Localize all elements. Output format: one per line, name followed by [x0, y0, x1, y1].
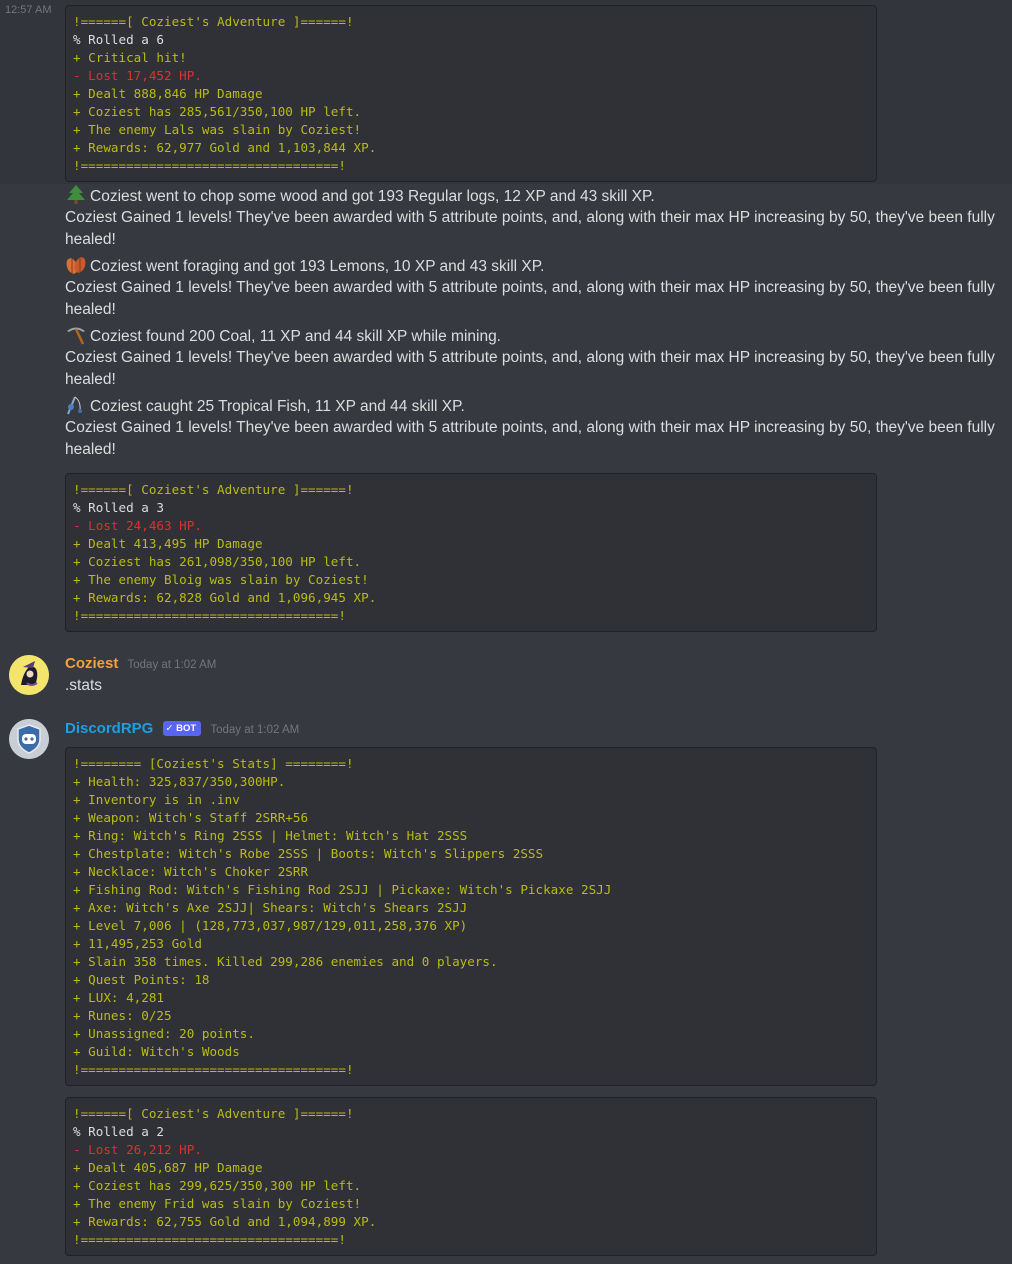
code-line: !==================================! [73, 608, 346, 623]
code-line: + Health: 325,837/350,300HP. [73, 774, 286, 789]
fishing-pole-icon [65, 395, 87, 415]
code-line: + The enemy Lals was slain by Coziest! [73, 122, 362, 137]
bot-tag: ✓ BOT [162, 721, 202, 736]
code-line: + Rewards: 62,755 Gold and 1,094,899 XP. [73, 1214, 377, 1229]
code-line: + Slain 358 times. Killed 299,286 enemie… [73, 954, 498, 969]
adventure-codeblock-1: !======[ Coziest's Adventure ]======! % R… [65, 5, 877, 182]
code-line: + Quest Points: 18 [73, 972, 210, 987]
code-line: + Dealt 413,495 HP Damage [73, 536, 263, 551]
code-line: + Guild: Witch's Woods [73, 1044, 240, 1059]
code-line: + Critical hit! [73, 50, 187, 65]
code-line: + Dealt 405,687 HP Damage [73, 1160, 263, 1175]
bot-message-header: DiscordRPG ✓ BOT Today at 1:02 AM [65, 719, 299, 740]
code-line: + Coziest has 285,561/350,100 HP left. [73, 104, 362, 119]
level-up-message-cont: healed! [65, 301, 116, 318]
code-line: + The enemy Frid was slain by Coziest! [73, 1196, 362, 1211]
username-discordrpg[interactable]: DiscordRPG [65, 720, 153, 737]
chop-message: Coziest went to chop some wood and got 1… [65, 185, 655, 208]
evergreen-tree-icon [65, 185, 87, 205]
message-timestamp: Today at 1:02 AM [210, 724, 300, 736]
code-line: - Lost 26,212 HP. [73, 1142, 202, 1157]
level-up-message: Coziest Gained 1 levels! They've been aw… [65, 419, 995, 436]
forage-message: Coziest went foraging and got 193 Lemons… [65, 255, 544, 278]
code-line: + Axe: Witch's Axe 2SJJ| Shears: Witch's… [73, 900, 468, 915]
code-line: + Dealt 888,846 HP Damage [73, 86, 263, 101]
level-up-message-cont: healed! [65, 441, 116, 458]
message-timestamp: Today at 1:02 AM [127, 659, 217, 671]
pickaxe-icon [65, 325, 87, 345]
level-up-message-cont: healed! [65, 371, 116, 388]
level-up-message: Coziest Gained 1 levels! They've been aw… [65, 349, 995, 366]
fish-message: Coziest caught 25 Tropical Fish, 11 XP a… [65, 395, 465, 418]
username-coziest[interactable]: Coziest [65, 655, 118, 672]
code-line: !===================================! [73, 1062, 354, 1077]
adventure-codeblock-2: !======[ Coziest's Adventure ]======! % R… [65, 473, 877, 632]
adventure-codeblock-3: !======[ Coziest's Adventure ]======! % R… [65, 1097, 877, 1256]
code-line: + Necklace: Witch's Choker 2SRR [73, 864, 309, 879]
code-line: + Rewards: 62,828 Gold and 1,096,945 XP. [73, 590, 377, 605]
user-message-content: .stats [65, 677, 103, 694]
code-line: + LUX: 4,281 [73, 990, 164, 1005]
code-line: !======== [Coziest's Stats] ========! [73, 756, 354, 771]
code-line: + Coziest has 299,625/350,300 HP left. [73, 1178, 362, 1193]
bot-avatar[interactable] [9, 719, 49, 759]
code-line: + Weapon: Witch's Staff 2SRR+56 [73, 810, 309, 825]
code-line: - Lost 17,452 HP. [73, 68, 202, 83]
code-line: + Chestplate: Witch's Robe 2SSS | Boots:… [73, 846, 544, 861]
code-line: !======[ Coziest's Adventure ]======! [73, 482, 354, 497]
level-up-message: Coziest Gained 1 levels! They've been aw… [65, 209, 995, 226]
code-line: % Rolled a 2 [73, 1124, 164, 1139]
code-line: - Lost 24,463 HP. [73, 518, 202, 533]
user-avatar[interactable] [9, 655, 49, 695]
code-line: + Unassigned: 20 points. [73, 1026, 255, 1041]
gutter-timestamp: 12:57 AM [5, 4, 52, 16]
level-up-message: Coziest Gained 1 levels! They've been aw… [65, 279, 995, 296]
level-up-message-cont: healed! [65, 231, 116, 248]
code-line: + Inventory is in .inv [73, 792, 240, 807]
code-line: !==================================! [73, 158, 346, 173]
code-line: % Rolled a 3 [73, 500, 164, 515]
code-line: !==================================! [73, 1232, 346, 1247]
code-line: + Level 7,006 | (128,773,037,987/129,011… [73, 918, 468, 933]
code-line: + Coziest has 261,098/350,100 HP left. [73, 554, 362, 569]
code-line: + Rewards: 62,977 Gold and 1,103,844 XP. [73, 140, 377, 155]
user-message-header: Coziest Today at 1:02 AM [65, 654, 216, 675]
code-line: % Rolled a 6 [73, 32, 164, 47]
code-line: + The enemy Bloig was slain by Coziest! [73, 572, 369, 587]
stats-codeblock: !======== [Coziest's Stats] ========! + H… [65, 747, 877, 1086]
code-line: + Runes: 0/25 [73, 1008, 172, 1023]
code-line: !======[ Coziest's Adventure ]======! [73, 1106, 354, 1121]
leaves-icon [65, 255, 87, 275]
code-line: !======[ Coziest's Adventure ]======! [73, 14, 354, 29]
code-line: + Ring: Witch's Ring 2SSS | Helmet: Witc… [73, 828, 468, 843]
code-line: + Fishing Rod: Witch's Fishing Rod 2SJJ … [73, 882, 612, 897]
code-line: + 11,495,253 Gold [73, 936, 202, 951]
mine-message: Coziest found 200 Coal, 11 XP and 44 ski… [65, 325, 501, 348]
